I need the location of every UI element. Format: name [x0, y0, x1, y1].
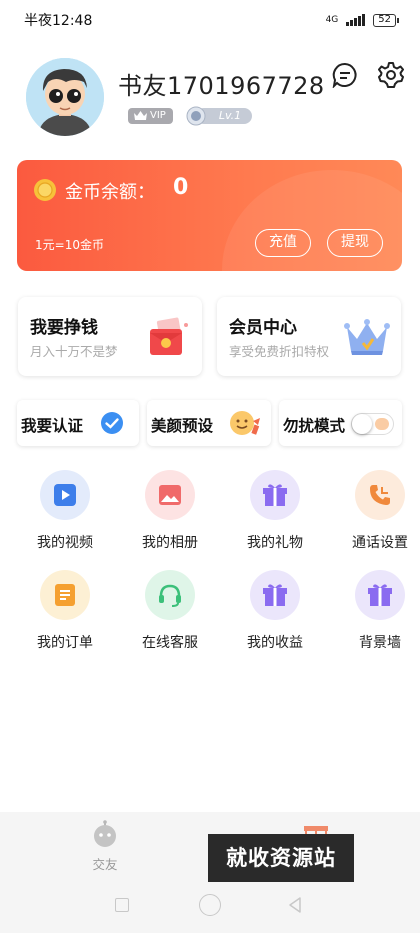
phone-icon — [355, 470, 405, 520]
grid-item-label: 在线客服 — [142, 635, 198, 651]
medal-icon — [186, 106, 206, 126]
network-label: 4G — [325, 15, 339, 25]
image-icon — [145, 470, 195, 520]
status-indicators: 4G 52 — [325, 13, 399, 27]
balance-value: 0 — [173, 175, 189, 200]
coin-icon — [34, 179, 56, 201]
system-nav-bar — [0, 884, 420, 933]
headset-icon — [145, 570, 195, 620]
grid-item-label: 我的相册 — [142, 535, 198, 551]
message-icon[interactable] — [332, 62, 358, 88]
promo-subtitle: 月入十万不是梦 — [30, 344, 118, 359]
grid-item-label: 我的礼物 — [247, 535, 303, 551]
grid-item[interactable]: 背景墙 — [340, 570, 420, 655]
grid-item[interactable]: 通话设置 — [340, 470, 420, 555]
verify-button[interactable]: 我要认证 — [17, 400, 139, 446]
status-time: 半夜12:48 — [24, 13, 93, 29]
profile-header: 书友1701967728 VIP Lv.1 — [26, 58, 406, 138]
grid-item[interactable]: 我的视频 — [25, 470, 105, 555]
username: 书友1701967728 — [118, 72, 325, 100]
vip-center-card[interactable]: 会员中心 享受免费折扣特权 — [217, 297, 401, 376]
grid-item[interactable]: 我的相册 — [130, 470, 210, 555]
crown-icon — [134, 111, 147, 120]
balance-card: 金币余额： 0 1元=10金币 充值 提现 — [17, 160, 402, 271]
quick-label: 美颜预设 — [151, 417, 214, 435]
status-bar: 半夜12:48 4G 52 — [0, 0, 420, 40]
play-icon — [40, 470, 90, 520]
level-badge: Lv.1 — [186, 106, 252, 126]
back-icon[interactable] — [288, 897, 302, 913]
withdraw-button[interactable]: 提现 — [327, 229, 383, 257]
grid-item-label: 背景墙 — [359, 635, 401, 651]
recharge-button[interactable]: 充值 — [255, 229, 311, 257]
vip-badge: VIP — [128, 108, 173, 124]
avatar[interactable] — [26, 58, 104, 136]
grid-item-label: 通话设置 — [352, 535, 408, 551]
home-icon[interactable] — [199, 894, 221, 916]
quick-label: 勿扰模式 — [283, 417, 346, 435]
grid-item-label: 我的订单 — [37, 635, 93, 651]
gift-icon — [355, 570, 405, 620]
grid-item-label: 我的收益 — [247, 635, 303, 651]
exchange-rate: 1元=10金币 — [35, 238, 104, 252]
grid-item[interactable]: 在线客服 — [130, 570, 210, 655]
order-icon — [40, 570, 90, 620]
robot-icon — [94, 820, 116, 847]
beauty-preset-button[interactable]: 美颜预设 — [147, 400, 271, 446]
vip-label: VIP — [150, 110, 166, 121]
dnd-toggle[interactable] — [351, 413, 394, 435]
balance-label: 金币余额： — [65, 182, 155, 203]
smiley-icon — [230, 411, 260, 435]
check-icon — [101, 412, 123, 434]
grid-item-label: 我的视频 — [37, 535, 93, 551]
watermark-overlay: 就收资源站 — [208, 834, 354, 882]
card-decoration — [222, 170, 402, 271]
gear-icon[interactable] — [378, 62, 404, 88]
grid-item[interactable]: 我的订单 — [25, 570, 105, 655]
toggle-knob — [352, 414, 372, 434]
do-not-disturb-row: 勿扰模式 — [279, 400, 402, 446]
promo-subtitle: 享受免费折扣特权 — [229, 344, 330, 359]
grid-item[interactable]: 我的收益 — [235, 570, 315, 655]
grid-item[interactable]: 我的礼物 — [235, 470, 315, 555]
promo-title: 我要挣钱 — [30, 318, 98, 338]
toggle-track — [375, 418, 389, 430]
gift-icon — [250, 570, 300, 620]
tab-label: 交友 — [92, 857, 118, 872]
red-envelope-icon — [150, 317, 188, 355]
battery-icon: 52 — [373, 13, 399, 27]
gift-icon — [250, 470, 300, 520]
earn-money-card[interactable]: 我要挣钱 月入十万不是梦 — [18, 297, 202, 376]
tab-friends[interactable]: 交友 — [75, 820, 135, 873]
quick-label: 我要认证 — [21, 417, 84, 435]
crown-icon — [344, 319, 390, 355]
recent-apps-icon[interactable] — [115, 898, 129, 912]
promo-title: 会员中心 — [229, 318, 297, 338]
signal-icon — [346, 14, 366, 26]
